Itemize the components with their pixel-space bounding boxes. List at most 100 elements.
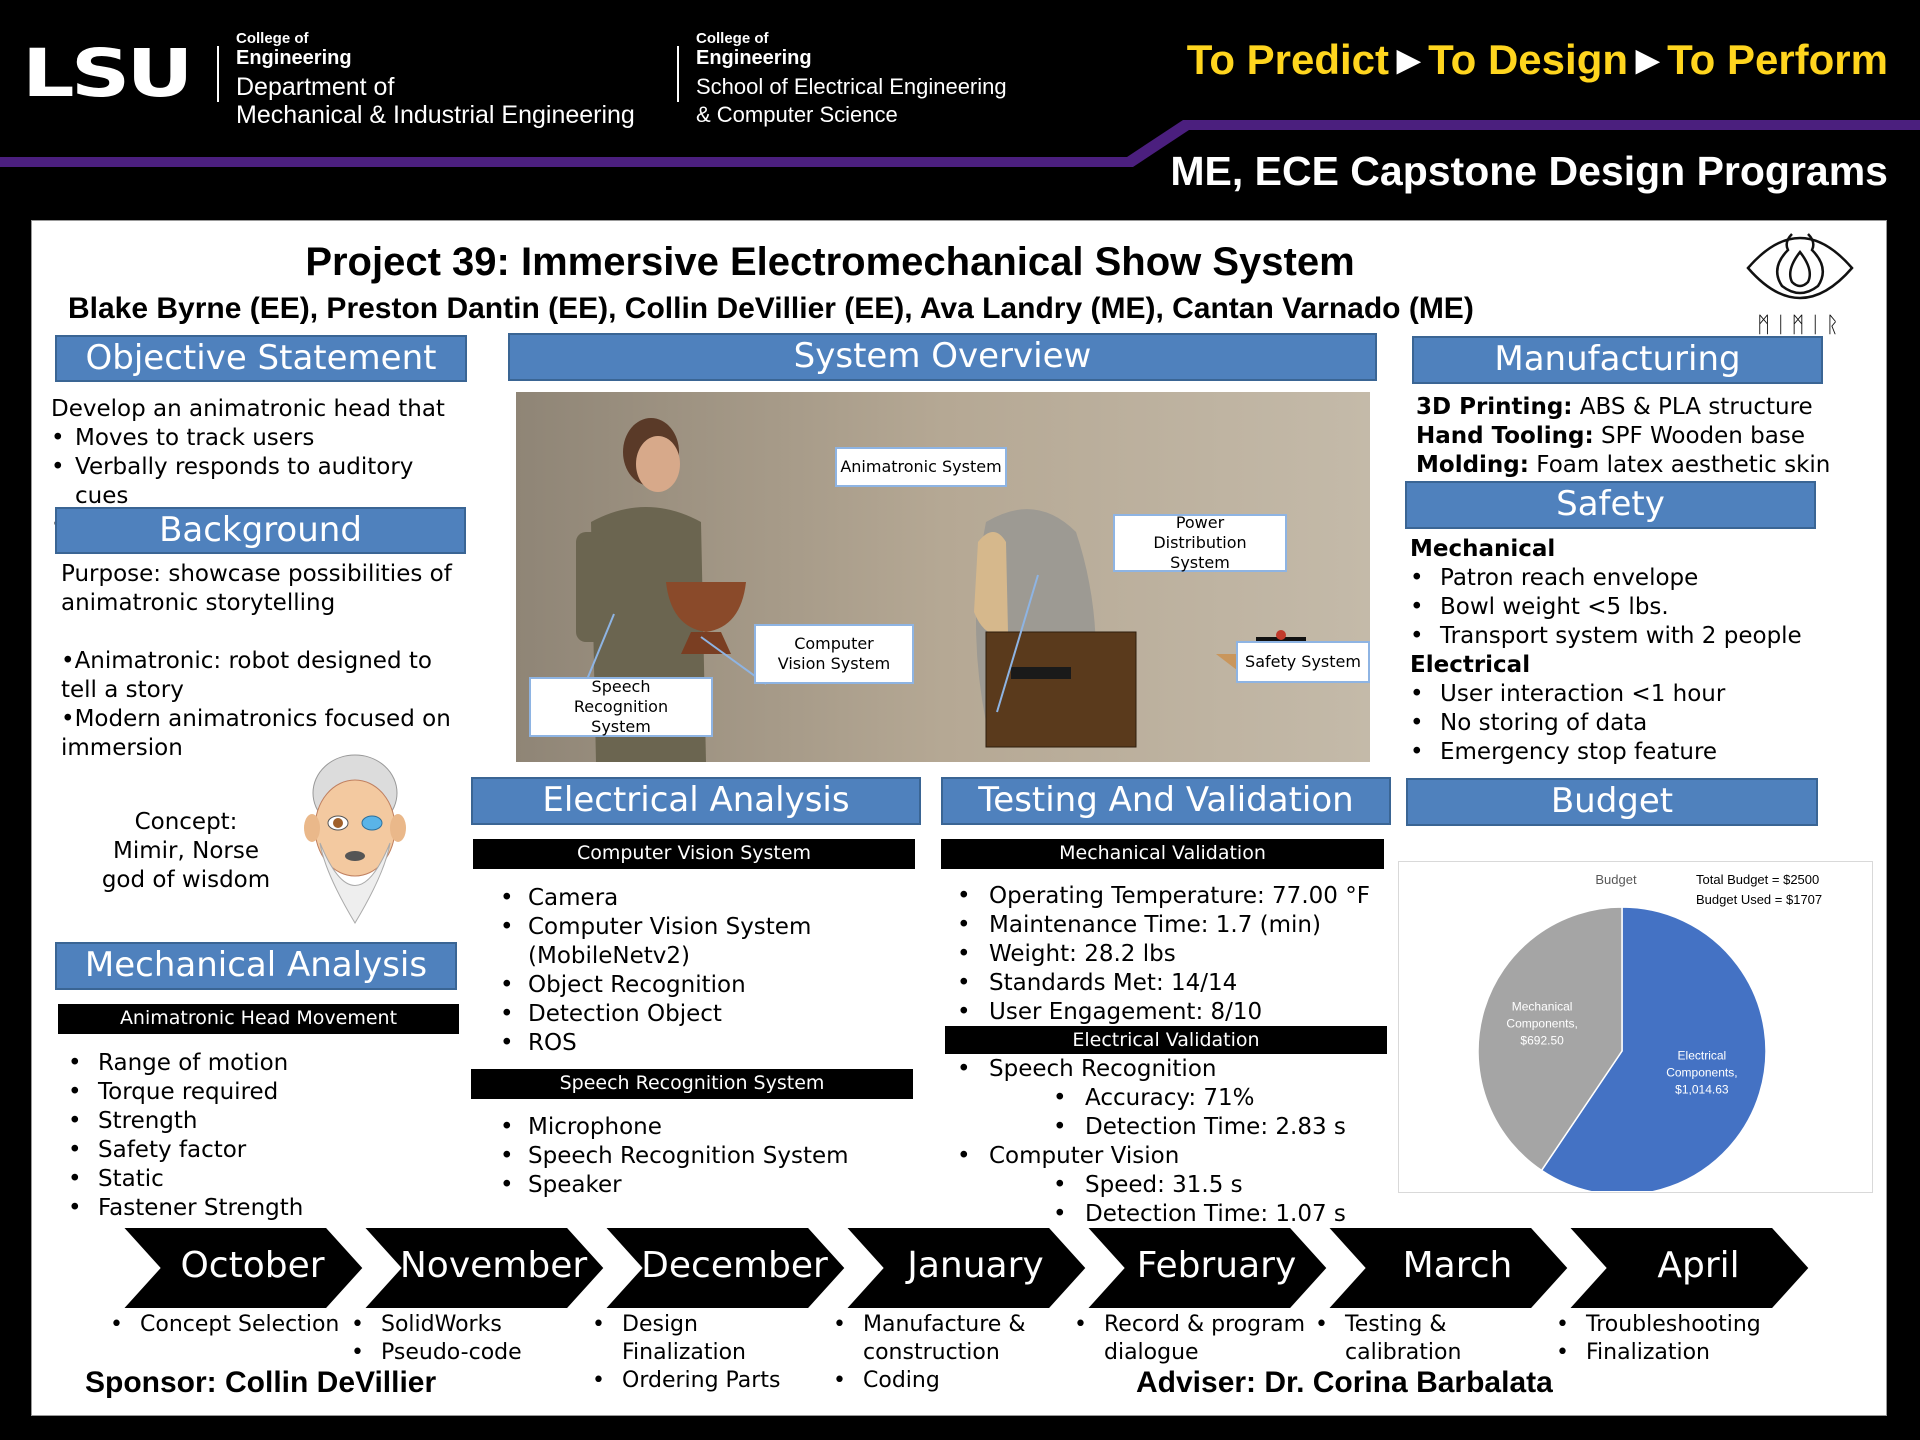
timeline-month-january: January <box>907 1245 1044 1286</box>
manufacturing-value: ABS & PLA structure <box>1579 394 1813 420</box>
budget-pie-chart: Budget Total Budget = $2500 Budget Used … <box>1477 872 1822 1191</box>
timeline-tasks: TroubleshootingFinalization <box>1556 1311 1791 1367</box>
lsu-logo: LSU <box>22 35 193 112</box>
sr-item: Microphone <box>500 1113 900 1142</box>
timeline-task: Record & program dialogue <box>1074 1311 1309 1367</box>
mech-analysis-item: Static <box>54 1165 454 1194</box>
mech-validation-item: Weight: 28.2 lbs <box>957 940 1397 969</box>
speech-metric: Accuracy: 71% <box>957 1084 1397 1113</box>
elec-analysis-heading: Electrical Analysis <box>471 777 921 825</box>
sr-item: Speaker <box>500 1171 900 1200</box>
mech-analysis-item: Torque required <box>54 1078 454 1107</box>
manufacturing-item: Molding: Foam latex aesthetic skin <box>1416 451 1856 480</box>
cv-item: Computer Vision System (MobileNetv2) <box>500 913 900 971</box>
cv-item: Detection Object <box>500 1000 900 1029</box>
mech-validation-item: Maintenance Time: 1.7 (min) <box>957 911 1397 940</box>
cv-item: ROS <box>500 1029 900 1058</box>
safety-item: Transport system with 2 people <box>1410 622 1870 651</box>
safety-item: Patron reach envelope <box>1410 564 1870 593</box>
mech-validation-item: Standards Met: 14/14 <box>957 969 1397 998</box>
system-overview-heading: System Overview <box>508 333 1377 381</box>
timeline-month-february: February <box>1136 1245 1297 1286</box>
cv-list: Camera Computer Vision System (MobileNet… <box>500 884 900 1058</box>
adviser: Adviser: Dr. Corina Barbalata <box>1136 1366 1553 1399</box>
total-budget-note: Total Budget = $2500 <box>1696 872 1819 887</box>
mimir-concept-drawing <box>290 748 420 928</box>
callout-animatronic-system: Animatronic System <box>835 447 1007 487</box>
objective-intro: Develop an animatronic head that <box>51 396 445 422</box>
objective-item: Moves to track users <box>51 424 471 453</box>
background-purpose: Purpose: showcase possibilities of anima… <box>61 561 452 616</box>
tagline-perform: To Perform <box>1667 36 1888 83</box>
college-of-label: College of <box>236 30 309 47</box>
speech-recognition-item: Speech Recognition <box>957 1055 1397 1084</box>
vision-metric: Speed: 31.5 s <box>957 1171 1397 1200</box>
speech-metric: Detection Time: 2.83 s <box>957 1113 1397 1142</box>
tagline: To Predict ▶ To Design ▶ To Perform <box>1187 36 1888 84</box>
manufacturing-label: Molding: <box>1416 452 1529 478</box>
timeline-task: Troubleshooting <box>1556 1311 1791 1339</box>
manufacturing-heading: Manufacturing <box>1412 336 1823 384</box>
callout-computer-vision: Computer Vision System <box>754 624 914 684</box>
elec-validation-list: Speech Recognition Accuracy: 71% Detecti… <box>957 1055 1397 1229</box>
project-title: Project 39: Immersive Electromechanical … <box>305 240 1355 284</box>
mech-analysis-item: Fastener Strength <box>54 1194 454 1223</box>
header-divider <box>677 46 679 102</box>
timeline-task: Ordering Parts <box>592 1367 827 1395</box>
safety-mech-list: Patron reach envelope Bowl weight <5 lbs… <box>1410 564 1870 651</box>
school-line-2: & Computer Science <box>696 102 898 127</box>
play-arrow-icon: ▶ <box>1636 44 1660 77</box>
mech-analysis-item: Strength <box>54 1107 454 1136</box>
play-arrow-icon: ▶ <box>1397 44 1421 77</box>
chart-title: Budget <box>1595 872 1637 887</box>
background-heading: Background <box>55 507 466 554</box>
safety-item: Emergency stop feature <box>1410 738 1870 767</box>
timeline-task: Concept Selection <box>110 1311 345 1339</box>
mech-validation-subheading: Mechanical Validation <box>941 839 1384 869</box>
mech-analysis-list: Range of motion Torque required Strength… <box>54 1049 454 1223</box>
budget-heading: Budget <box>1406 778 1818 826</box>
dept-line-2: Mechanical & Industrial Engineering <box>236 101 635 129</box>
timeline-tasks: Concept Selection <box>110 1311 345 1339</box>
mech-analysis-heading: Mechanical Analysis <box>55 942 457 990</box>
speech-arrow <box>585 613 615 683</box>
safety-item: User interaction <1 hour <box>1410 680 1870 709</box>
safety-elec-list: User interaction <1 hour No storing of d… <box>1410 680 1870 767</box>
timeline-month-march: March <box>1402 1245 1513 1286</box>
testing-heading: Testing And Validation <box>941 777 1391 825</box>
cv-subheading: Computer Vision System <box>473 839 915 869</box>
callout-safety-system: Safety System <box>1236 641 1370 683</box>
sr-list: Microphone Speech Recognition System Spe… <box>500 1113 900 1200</box>
objective-heading: Objective Statement <box>55 335 467 382</box>
cv-item: Object Recognition <box>500 971 900 1000</box>
timeline-month-december: December <box>641 1245 828 1286</box>
timeline-tasks: SolidWorksPseudo-code <box>351 1311 586 1367</box>
safety-section: Mechanical Patron reach envelope Bowl we… <box>1410 535 1870 767</box>
mimir-logo: ᛗᛁᛗᛁᚱ <box>1740 228 1860 338</box>
manufacturing-value: Foam latex aesthetic skin <box>1536 452 1831 478</box>
safety-heading: Safety <box>1405 481 1816 529</box>
mech-analysis-subheading: Animatronic Head Movement <box>58 1004 459 1034</box>
engineering-label: Engineering <box>696 47 812 69</box>
tagline-predict: To Predict <box>1186 36 1390 83</box>
computer-vision-item: Computer Vision <box>957 1142 1397 1171</box>
concept-caption: Concept: Mimir, Norse god of wisdom <box>101 809 271 893</box>
manufacturing-label: 3D Printing: <box>1416 394 1573 420</box>
mech-validation-item: User Engagement: 8/10 <box>957 998 1397 1027</box>
background-section: Purpose: showcase possibilities of anima… <box>61 560 461 763</box>
timeline-task: Design Finalization <box>592 1311 827 1367</box>
timeline-tasks: Testing & calibration <box>1315 1311 1550 1367</box>
eye-drop-icon <box>1746 233 1854 300</box>
timeline-month-november: November <box>399 1245 588 1286</box>
college-of-label: College of <box>696 30 769 47</box>
budget-used-note: Budget Used = $1707 <box>1696 892 1822 907</box>
safety-elec-label: Electrical <box>1410 652 1531 678</box>
cv-item: Camera <box>500 884 900 913</box>
programs-title: ME, ECE Capstone Design Programs <box>1170 148 1888 194</box>
safety-mech-label: Mechanical <box>1410 536 1556 562</box>
manufacturing-value: SPF Wooden base <box>1600 423 1805 449</box>
manufacturing-label: Hand Tooling: <box>1416 423 1594 449</box>
mech-validation-list: Operating Temperature: 77.00 °F Maintena… <box>957 882 1397 1027</box>
mech-analysis-item: Range of motion <box>54 1049 454 1078</box>
tagline-design: To Design <box>1428 36 1628 83</box>
